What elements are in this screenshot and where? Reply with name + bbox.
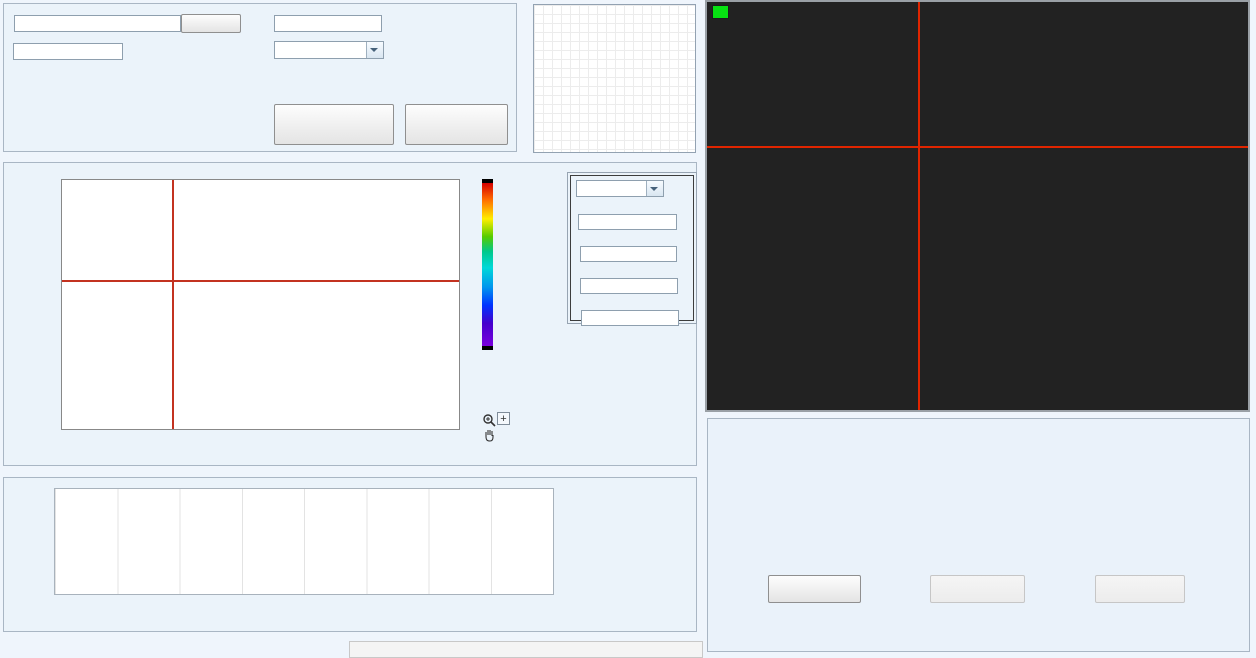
save-button[interactable] [930,575,1025,603]
amplitude-colorbar [482,179,493,350]
actions-panel [707,418,1250,652]
mic-array-scatter [534,5,693,150]
offline-status-box [349,641,703,658]
start-button[interactable] [768,575,861,603]
max-frequency-input[interactable] [580,246,677,262]
pan-tool-icon[interactable] [483,428,496,442]
spectrogram-cursor-vline[interactable] [172,180,174,429]
check-camera-button[interactable] [405,104,508,145]
min-frequency-input[interactable] [580,278,678,294]
frequency-resolution-input[interactable] [581,310,679,326]
zoom-tool-icon[interactable] [482,413,496,427]
camera-view[interactable] [705,0,1250,412]
channel-controls-box [567,172,697,324]
chevron-down-icon[interactable] [646,181,663,196]
chevron-down-icon[interactable] [366,42,383,58]
spectrogram-plot[interactable] [61,179,460,430]
show-results-checkbox[interactable] [712,5,729,19]
setup-panel [3,3,517,152]
mic-array-dropdown[interactable] [274,41,384,59]
record-duration-input[interactable] [13,43,123,60]
waveform-plot[interactable] [54,488,554,595]
camera-cursor-hline[interactable] [707,146,1248,148]
project-name-input[interactable] [14,15,181,32]
camera-cursor-vline[interactable] [918,2,920,410]
channel-dropdown[interactable] [576,180,664,197]
camera-id-input[interactable] [274,15,382,32]
cursor-tool-icon[interactable]: + [497,412,510,425]
spectrogram-panel: + [3,162,697,466]
update-analog-input-button[interactable] [274,104,394,145]
waveform-panel [3,477,697,632]
mic-array-plot[interactable] [533,4,696,153]
stop-button[interactable] [1095,575,1185,603]
new-project-button[interactable] [181,14,241,33]
spectrogram-cursor-hline[interactable] [62,280,459,282]
max-colormap-input[interactable] [578,214,677,230]
